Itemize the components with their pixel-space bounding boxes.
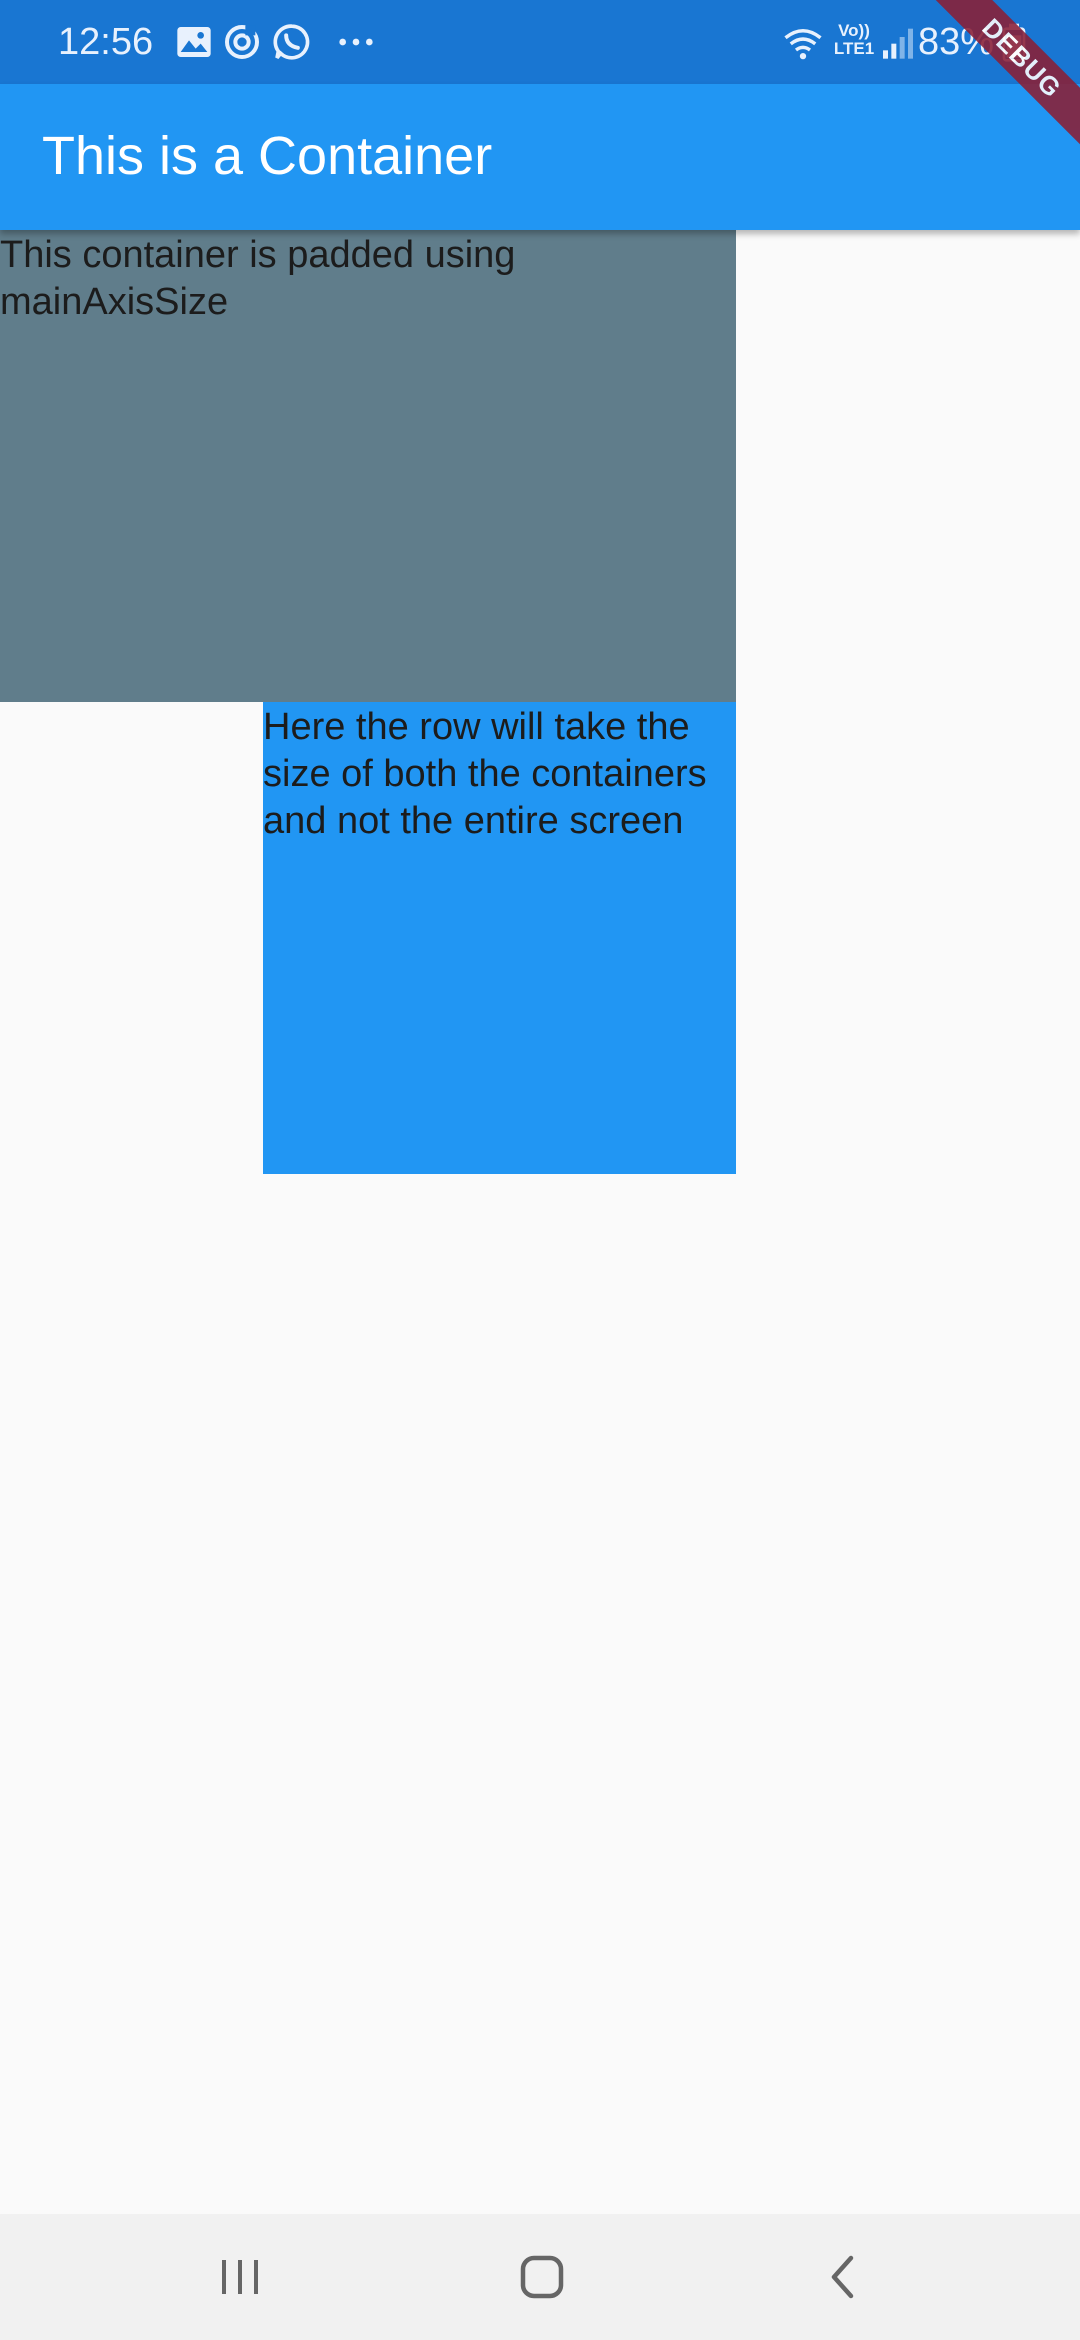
gallery-icon <box>177 27 211 57</box>
app-bar-title: This is a Container <box>42 126 493 186</box>
row-container: Here the row will take the size of both … <box>263 702 736 1174</box>
row-container-text: Here the row will take the size of both … <box>263 706 707 842</box>
app-bar: This is a Container <box>0 84 1080 230</box>
signal-icon <box>883 28 913 59</box>
padded-container: This container is padded using mainAxisS… <box>0 230 736 702</box>
back-icon[interactable] <box>809 2244 879 2310</box>
screen: 12:56 Vo)) LTE1 83% This is a Container … <box>0 0 1080 2340</box>
sync-icon <box>225 25 259 59</box>
status-bar: 12:56 Vo)) LTE1 83% <box>0 0 1080 84</box>
padded-container-text: This container is padded using mainAxisS… <box>0 234 516 323</box>
volte-label: Vo)) <box>838 21 870 40</box>
lte-label: LTE1 <box>833 39 875 58</box>
more-dots-icon <box>339 38 373 46</box>
volte-icon: Vo)) LTE1 <box>832 22 876 62</box>
wifi-icon <box>784 29 822 60</box>
whatsapp-icon <box>273 24 310 60</box>
recents-icon[interactable] <box>205 2244 275 2310</box>
navigation-bar <box>0 2214 1080 2340</box>
status-time: 12:56 <box>58 21 154 63</box>
home-icon[interactable] <box>507 2244 577 2310</box>
